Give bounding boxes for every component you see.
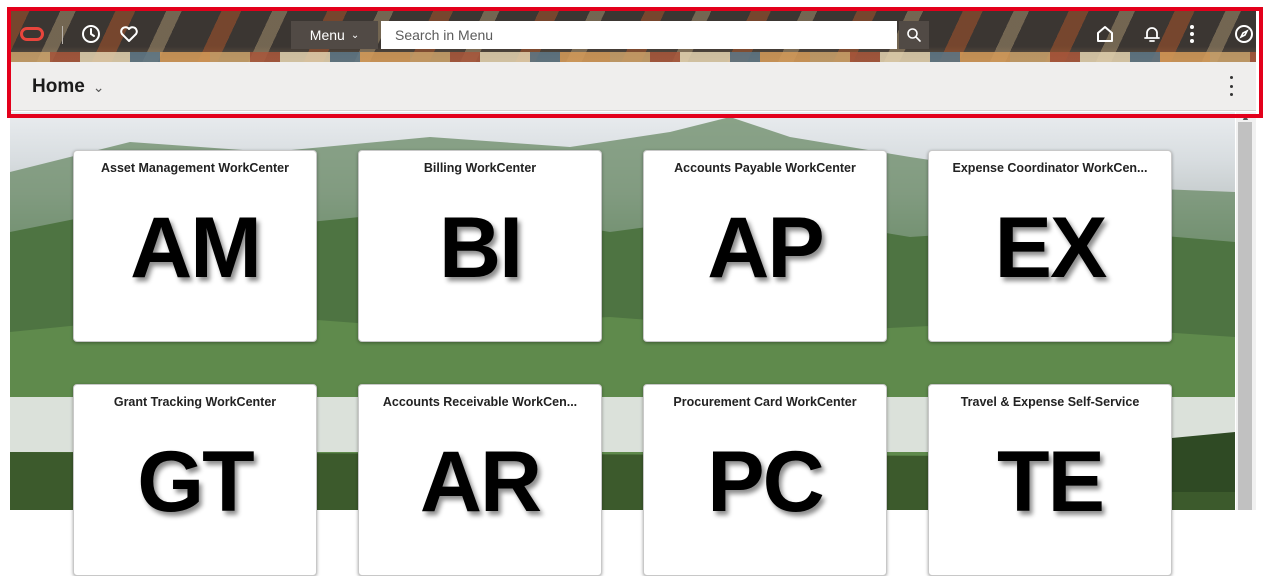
menu-search-box[interactable] <box>381 21 897 49</box>
tile-title: Procurement Card WorkCenter <box>673 395 857 409</box>
tile-title: Grant Tracking WorkCenter <box>113 395 277 409</box>
menu-button-label: Menu <box>309 27 345 43</box>
search-button[interactable] <box>899 21 929 49</box>
tile-abbreviation: AP <box>707 200 824 296</box>
tile-abbreviation: PC <box>707 434 824 530</box>
menu-search-input[interactable] <box>393 26 877 44</box>
scroll-up-arrow-icon[interactable]: ▲ <box>1241 112 1250 122</box>
scrollbar-thumb[interactable] <box>1238 122 1252 510</box>
tile-procurement-card[interactable]: Procurement Card WorkCenter PC <box>643 384 887 576</box>
oracle-logo-icon[interactable] <box>20 27 44 41</box>
tile-title: Expense Coordinator WorkCen... <box>952 161 1148 175</box>
tile-abbreviation: TE <box>997 434 1105 530</box>
navigator-menu-button[interactable]: Menu ⌄ <box>291 21 378 49</box>
tile-title: Billing WorkCenter <box>423 161 537 175</box>
chevron-down-icon: ⌄ <box>350 29 360 41</box>
vertical-scrollbar[interactable]: ▲ <box>1236 112 1256 510</box>
search-icon <box>907 28 921 42</box>
page-title: Home <box>32 76 85 97</box>
tile-title: Travel & Expense Self-Service <box>960 395 1140 409</box>
actions-kebab-icon[interactable] <box>1189 25 1195 43</box>
tile-abbreviation: EX <box>994 200 1108 296</box>
home-icon[interactable] <box>1094 23 1116 45</box>
tile-accounts-payable[interactable]: Accounts Payable WorkCenter AP <box>643 150 887 342</box>
page-title-bar: Home ⌄ <box>10 62 1256 111</box>
global-header: Menu ⌄ <box>10 10 1256 62</box>
navigator-compass-icon[interactable] <box>1233 23 1255 45</box>
favorites-heart-icon[interactable] <box>118 23 140 45</box>
tile-title: Asset Management WorkCenter <box>100 161 289 175</box>
tile-accounts-receivable[interactable]: Accounts Receivable WorkCen... AR <box>358 384 602 576</box>
tile-abbreviation: GT <box>137 434 254 530</box>
chevron-down-icon: ⌄ <box>92 78 105 95</box>
tile-grant-tracking[interactable]: Grant Tracking WorkCenter GT <box>73 384 317 576</box>
tile-abbreviation: AM <box>130 200 262 296</box>
page-actions-kebab-icon[interactable] <box>1228 76 1234 96</box>
recent-places-icon[interactable] <box>80 23 102 45</box>
homepage-selector[interactable]: Home ⌄ <box>32 76 105 98</box>
tile-billing[interactable]: Billing WorkCenter BI <box>358 150 602 342</box>
tile-title: Accounts Receivable WorkCen... <box>382 395 578 409</box>
tile-asset-management[interactable]: Asset Management WorkCenter AM <box>73 150 317 342</box>
tile-abbreviation: AR <box>419 434 542 530</box>
header-divider <box>62 26 63 44</box>
tile-abbreviation: BI <box>439 200 523 296</box>
tile-title: Accounts Payable WorkCenter <box>674 161 856 175</box>
header-decorative-strip <box>10 52 1256 62</box>
tile-expense-coordinator[interactable]: Expense Coordinator WorkCen... EX <box>928 150 1172 342</box>
tile-travel-expense[interactable]: Travel & Expense Self-Service TE <box>928 384 1172 576</box>
notifications-bell-icon[interactable] <box>1141 23 1163 45</box>
